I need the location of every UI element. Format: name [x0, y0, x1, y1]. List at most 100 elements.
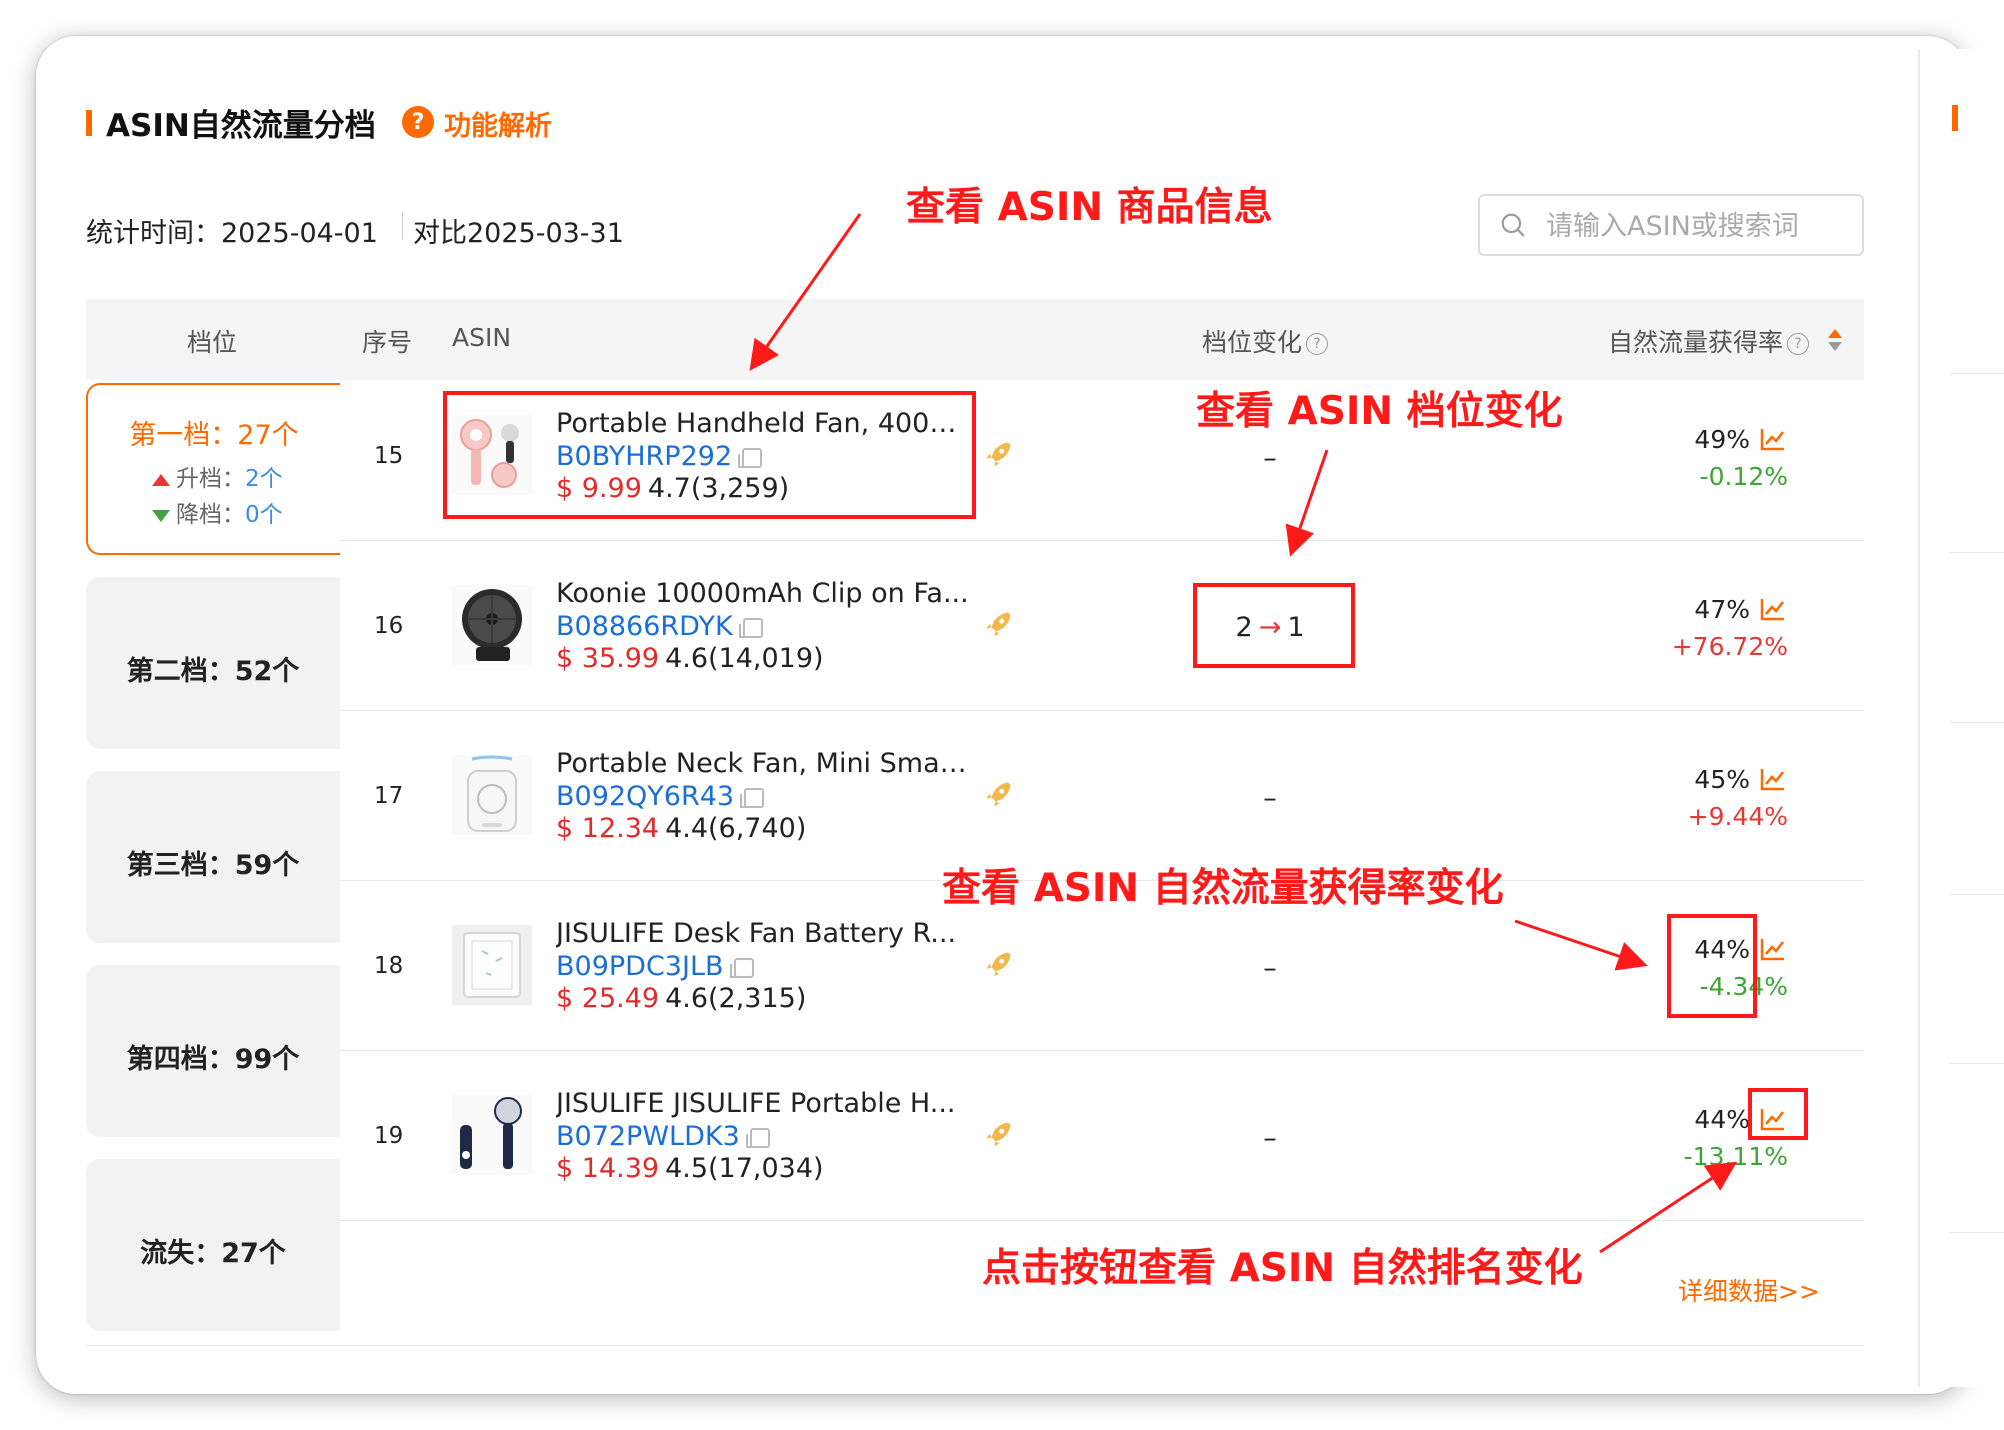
- annotation-box-tier-change: [1193, 583, 1355, 668]
- tier-down-count: 降档：0个: [152, 495, 283, 529]
- up-count-value[interactable]: 2个: [245, 466, 283, 492]
- stat-divider: [402, 212, 403, 240]
- price: $ 35.99: [556, 643, 660, 674]
- line-chart-icon[interactable]: [1760, 597, 1786, 621]
- product-title[interactable]: Koonie 10000mAh Clip on Fa...: [556, 578, 971, 609]
- row-divider: [340, 710, 1864, 711]
- tier-tab-4[interactable]: 第四档：99个: [86, 965, 340, 1137]
- product-image[interactable]: [452, 925, 532, 1005]
- right-panel-divider: [1950, 552, 2004, 553]
- compare-date: 对比2025-03-31: [413, 218, 624, 249]
- tier-tab-3[interactable]: 第三档：59个: [86, 771, 340, 943]
- line-chart-icon[interactable]: [1760, 427, 1786, 451]
- row-rank: 15: [374, 443, 404, 469]
- title-accent-bar: [86, 110, 92, 136]
- rocket-icon[interactable]: [983, 440, 1013, 470]
- rocket-icon[interactable]: [983, 950, 1013, 980]
- tier-tab-lost[interactable]: 流失：27个: [86, 1159, 340, 1331]
- rocket-icon[interactable]: [983, 610, 1013, 640]
- help-link[interactable]: 功能解析: [444, 104, 552, 143]
- price-rating: $ 35.99 4.6(14,019): [556, 643, 824, 674]
- tier-tab-1[interactable]: 第一档：27个 升档：2个 降档：0个: [86, 383, 340, 555]
- column-header-tier-change: 档位变化?: [1202, 323, 1329, 359]
- copy-icon[interactable]: [738, 617, 763, 638]
- price: $ 25.49: [556, 983, 660, 1014]
- detail-data-link[interactable]: 详细数据>>: [1678, 1272, 1820, 1308]
- copy-icon[interactable]: [740, 787, 765, 808]
- page-title: ASIN自然流量分档: [106, 108, 376, 144]
- question-circle-icon[interactable]: ?: [402, 106, 434, 138]
- search-input[interactable]: [1544, 204, 1848, 248]
- tier-label: 第三档：59个: [126, 850, 300, 881]
- copy-icon[interactable]: [729, 957, 754, 978]
- copy-icon[interactable]: [745, 1127, 770, 1148]
- traffic-rate-delta: +9.44%: [1687, 802, 1788, 831]
- price-rating: $ 14.39 4.5(17,034): [556, 1153, 824, 1184]
- product-title[interactable]: JISULIFE JISULIFE Portable H...: [556, 1088, 971, 1119]
- row-rank: 16: [374, 613, 404, 639]
- column-header-tier: 档位: [187, 328, 238, 357]
- row-divider: [340, 1050, 1864, 1051]
- asin-text[interactable]: B09PDC3JLB: [556, 951, 724, 982]
- rating: 4.4(6,740): [665, 813, 807, 844]
- down-label: 降档：: [176, 502, 245, 528]
- traffic-rate-delta: -0.12%: [1699, 462, 1788, 491]
- stat-time: 统计时间：2025-04-01: [86, 218, 378, 249]
- tier-change-value: –: [1263, 783, 1277, 814]
- line-chart-icon[interactable]: [1760, 767, 1786, 791]
- asin-link[interactable]: B09PDC3JLB: [556, 951, 754, 982]
- annotation-product-info: 查看 ASIN 商品信息: [906, 185, 1273, 230]
- rocket-icon[interactable]: [983, 780, 1013, 810]
- row-divider: [340, 1220, 1864, 1221]
- right-panel: [1918, 49, 2004, 1387]
- asin-text[interactable]: B072PWLDK3: [556, 1121, 740, 1152]
- search-box[interactable]: [1478, 194, 1864, 256]
- price-rating: $ 12.34 4.4(6,740): [556, 813, 806, 844]
- triangle-up-icon: [152, 473, 170, 486]
- product-title[interactable]: Portable Neck Fan, Mini Smal...: [556, 748, 971, 779]
- table-header: 档位 序号 ASIN 档位变化? 自然流量获得率?: [86, 299, 1864, 380]
- price-rating: $ 25.49 4.6(2,315): [556, 983, 806, 1014]
- column-header-asin: ASIN: [452, 323, 512, 352]
- tier-up-count: 升档：2个: [152, 459, 283, 493]
- asin-link[interactable]: B092QY6R43: [556, 781, 765, 812]
- traffic-rate: 49%: [1694, 425, 1750, 454]
- annotation-box-rate-change: [1667, 914, 1757, 1018]
- annotation-box-trend-button: [1748, 1088, 1808, 1140]
- column-header-traffic-rate-label: 自然流量获得率: [1608, 328, 1784, 357]
- row-divider: [340, 540, 1864, 541]
- sort-icon[interactable]: [1827, 328, 1843, 352]
- right-panel-divider: [1950, 1063, 2004, 1064]
- annotation-rank-button: 点击按钮查看 ASIN 自然排名变化: [982, 1246, 1583, 1291]
- right-panel-divider: [1950, 373, 2004, 374]
- traffic-rate-delta: -13.11%: [1683, 1142, 1788, 1171]
- tier-label: 第四档：99个: [126, 1044, 300, 1075]
- tier-tab-2[interactable]: 第二档：52个: [86, 577, 340, 749]
- right-panel-divider: [1950, 1232, 2004, 1233]
- right-panel-divider: [1950, 722, 2004, 723]
- product-image[interactable]: [452, 1095, 532, 1175]
- annotation-tier-change: 查看 ASIN 档位变化: [1196, 389, 1563, 434]
- traffic-rate-delta: +76.72%: [1671, 632, 1788, 661]
- product-title[interactable]: JISULIFE Desk Fan Battery R...: [556, 918, 971, 949]
- column-header-traffic-rate: 自然流量获得率?: [1608, 323, 1810, 359]
- line-chart-icon[interactable]: [1760, 937, 1786, 961]
- right-panel-divider: [1950, 894, 2004, 895]
- traffic-rate: 44%: [1694, 1105, 1750, 1134]
- price: $ 14.39: [556, 1153, 660, 1184]
- product-image[interactable]: [452, 755, 532, 835]
- product-image[interactable]: [452, 585, 532, 665]
- asin-link[interactable]: B072PWLDK3: [556, 1121, 770, 1152]
- price: $ 12.34: [556, 813, 660, 844]
- question-icon[interactable]: ?: [1306, 333, 1329, 355]
- asin-link[interactable]: B08866RDYK: [556, 611, 763, 642]
- right-panel-marker: [1952, 105, 1958, 131]
- down-count-value[interactable]: 0个: [245, 502, 283, 528]
- column-header-rank: 序号: [362, 328, 413, 357]
- tier-label: 流失：27个: [140, 1238, 286, 1269]
- asin-text[interactable]: B092QY6R43: [556, 781, 734, 812]
- rocket-icon[interactable]: [983, 1120, 1013, 1150]
- asin-text[interactable]: B08866RDYK: [556, 611, 733, 642]
- question-icon[interactable]: ?: [1787, 333, 1810, 355]
- rating: 4.5(17,034): [665, 1153, 824, 1184]
